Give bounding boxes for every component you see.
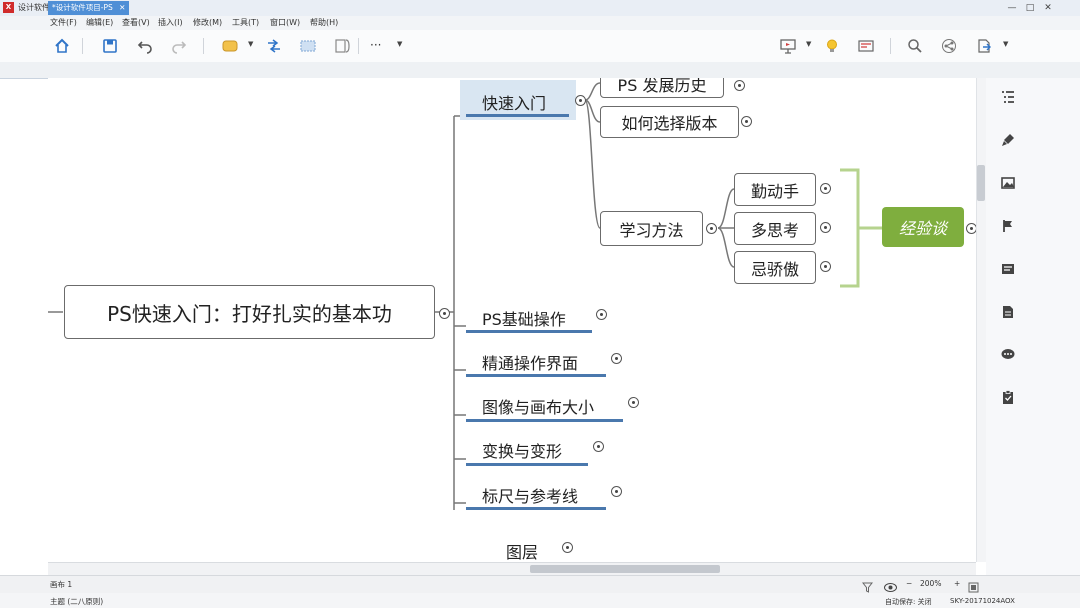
topic-humble[interactable]: 忌骄傲 (734, 251, 816, 284)
zoom-out-button[interactable]: − (906, 579, 912, 588)
maximize-button[interactable]: □ (1022, 2, 1038, 14)
idea-icon[interactable] (823, 37, 841, 55)
topic-choose-version[interactable]: 如何选择版本 (600, 106, 739, 138)
branch-underline (466, 463, 588, 466)
chevron-down-icon[interactable]: ▼ (248, 40, 253, 48)
menu-file[interactable]: 文件(F) (50, 17, 77, 28)
topic-style-icon[interactable] (221, 37, 239, 55)
summary-topic[interactable]: 经验谈 (882, 207, 964, 247)
notes-icon[interactable] (998, 259, 1018, 279)
share-icon[interactable] (940, 37, 958, 55)
expand-toggle[interactable] (596, 309, 607, 320)
zoom-level: 200% (920, 579, 942, 588)
expand-toggle[interactable] (611, 486, 622, 497)
user-account[interactable]: SKY-20171024AOX (950, 597, 1015, 605)
topic-learning-method[interactable]: 学习方法 (600, 211, 703, 246)
branch-quickstart[interactable]: 快速入门 (482, 90, 546, 114)
toolbar-separator (890, 38, 891, 54)
expand-toggle[interactable] (562, 542, 573, 553)
vertical-scroll-thumb[interactable] (977, 165, 985, 201)
horizontal-scrollbar[interactable] (48, 562, 976, 576)
expand-toggle[interactable] (820, 222, 831, 233)
boundary-icon[interactable] (299, 37, 317, 55)
topic-ps-history[interactable]: PS 发展历史 (600, 78, 724, 98)
zoom-in-button[interactable]: + (954, 579, 960, 588)
zoom-search-icon[interactable] (906, 37, 924, 55)
branch-underline (466, 114, 569, 117)
title-bar (0, 0, 1080, 17)
redo-icon[interactable] (170, 37, 188, 55)
expand-toggle[interactable] (593, 441, 604, 452)
export-icon[interactable] (975, 37, 993, 55)
sheet-tab[interactable]: 画布 1 (50, 579, 72, 590)
right-sidebar (986, 78, 1080, 608)
branch-rulers-guides[interactable]: 标尺与参考线 (482, 483, 579, 507)
outline-icon[interactable] (998, 87, 1018, 107)
autosave-status[interactable]: 自动保存: 关闭 (885, 597, 932, 607)
app-logo-icon: X (3, 2, 14, 13)
branch-underline (466, 507, 606, 510)
menu-tools[interactable]: 工具(T) (232, 17, 259, 28)
branch-transform[interactable]: 变换与变形 (482, 438, 563, 462)
toolbar-separator (358, 38, 359, 54)
relationship-icon[interactable] (265, 37, 283, 55)
topic-think[interactable]: 多思考 (734, 212, 816, 245)
toolbar-separator (82, 38, 83, 54)
home-icon[interactable] (53, 37, 71, 55)
menu-view[interactable]: 查看(V) (122, 17, 150, 28)
expand-toggle[interactable] (741, 116, 752, 127)
tab-label: *设计软件项目-PS (52, 3, 113, 12)
horizontal-scroll-thumb[interactable] (530, 565, 720, 573)
branch-interface[interactable]: 精通操作界面 (482, 350, 579, 374)
branch-underline (466, 374, 606, 377)
menu-edit[interactable]: 编辑(E) (86, 17, 113, 28)
topic-practice[interactable]: 勤动手 (734, 173, 816, 206)
branch-image-canvas-size[interactable]: 图像与画布大小 (482, 394, 595, 418)
collapse-toggle[interactable] (575, 95, 586, 106)
chevron-down-icon[interactable]: ▼ (806, 40, 811, 48)
image-icon[interactable] (998, 173, 1018, 193)
marker-flag-icon[interactable] (998, 216, 1018, 236)
task-clipboard-icon[interactable] (998, 387, 1018, 407)
more-icon[interactable]: ··· (370, 38, 381, 52)
menu-insert[interactable]: 插入(I) (158, 17, 183, 28)
minimize-button[interactable]: — (1004, 2, 1020, 14)
toolbar-separator (203, 38, 204, 54)
expand-toggle[interactable] (820, 183, 831, 194)
summary-icon[interactable] (333, 37, 351, 55)
mindmap-canvas[interactable]: PS快速入门：打好扎实的基本功 快速入门 PS 发展历史 如何选择版本 学习方法… (48, 78, 976, 562)
menu-help[interactable]: 帮助(H) (310, 17, 338, 28)
save-icon[interactable] (101, 37, 119, 55)
close-window-button[interactable]: ✕ (1040, 2, 1056, 14)
undo-icon[interactable] (136, 37, 154, 55)
collapse-toggle[interactable] (439, 308, 450, 319)
branch-layers[interactable]: 图层 (506, 539, 539, 562)
document-tab-bar (0, 62, 1080, 79)
presentation-icon[interactable] (779, 37, 797, 55)
document-icon[interactable] (998, 302, 1018, 322)
status-bar (0, 575, 1080, 594)
menu-modify[interactable]: 修改(M) (193, 17, 222, 28)
expand-toggle[interactable] (734, 80, 745, 91)
format-brush-icon[interactable] (998, 130, 1018, 150)
branch-underline (466, 330, 592, 333)
chevron-down-icon[interactable]: ▼ (1003, 40, 1008, 48)
branch-underline (466, 419, 623, 422)
collapse-toggle[interactable] (706, 223, 717, 234)
layout-icon[interactable] (857, 37, 875, 55)
expand-toggle[interactable] (628, 397, 639, 408)
comment-icon[interactable] (998, 345, 1018, 365)
selected-topic-info: 主题 (二八原则) (50, 597, 104, 606)
menu-window[interactable]: 窗口(W) (270, 17, 300, 28)
expand-toggle[interactable] (820, 261, 831, 272)
expand-toggle[interactable] (966, 223, 976, 234)
close-icon[interactable]: ✕ (119, 3, 125, 12)
expand-toggle[interactable] (611, 353, 622, 364)
branch-basic-operations[interactable]: PS基础操作 (482, 306, 566, 330)
central-topic[interactable]: PS快速入门：打好扎实的基本功 (64, 285, 435, 339)
tab-document[interactable]: *设计软件项目-PS ✕ (48, 1, 130, 15)
chevron-down-icon[interactable]: ▼ (397, 40, 402, 48)
